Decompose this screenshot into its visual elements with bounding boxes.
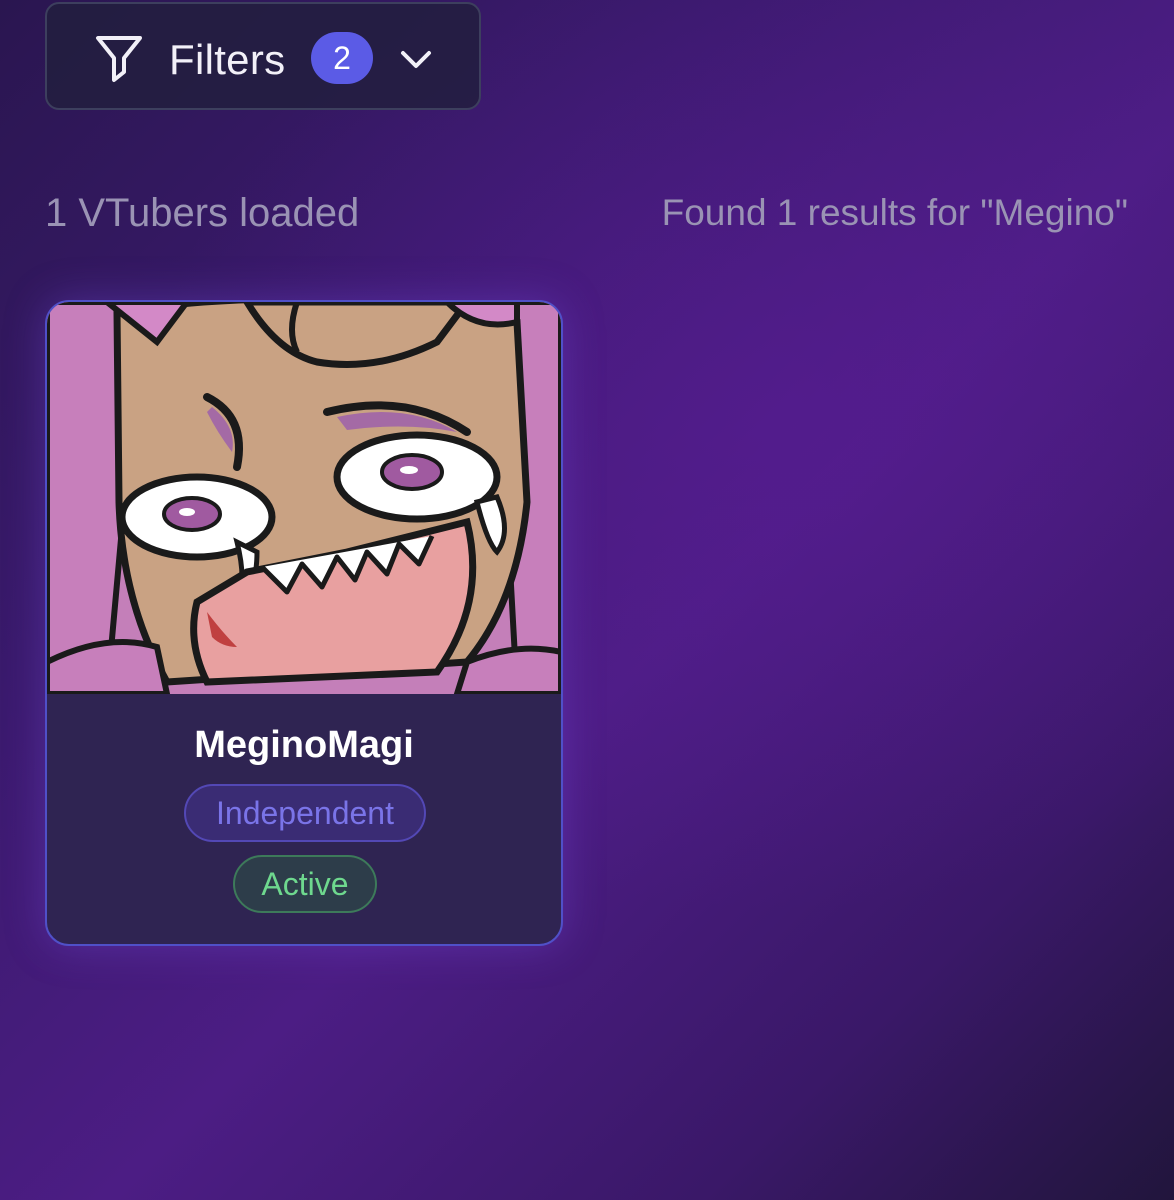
funnel-icon bbox=[96, 36, 142, 82]
active-filter-count-badge: 2 bbox=[311, 32, 373, 84]
vtuber-avatar-image bbox=[47, 302, 561, 694]
vtuber-name: MeginoMagi bbox=[194, 724, 414, 766]
vtubers-loaded-count: 1 VTubers loaded bbox=[45, 191, 360, 235]
affiliation-badge: Independent bbox=[184, 784, 426, 842]
status-badge: Active bbox=[233, 855, 377, 913]
search-results-summary: Found 1 results for "Megino" bbox=[661, 192, 1128, 233]
filters-label: Filters bbox=[169, 36, 286, 83]
chevron-down-icon bbox=[401, 51, 431, 68]
vtuber-card[interactable]: MeginoMagi Independent Active bbox=[45, 300, 563, 946]
filters-button[interactable]: Filters 2 bbox=[45, 2, 481, 110]
